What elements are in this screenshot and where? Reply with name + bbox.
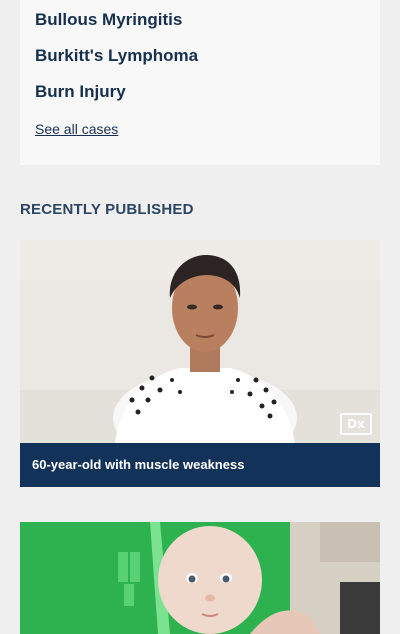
article-caption: 60-year-old with muscle weakness: [20, 443, 380, 487]
article-thumbnail: Dx: [20, 240, 380, 443]
article-card[interactable]: [20, 522, 380, 634]
dx-logo-icon: Dx: [340, 413, 372, 435]
article-card[interactable]: Dx 60-year-old with muscle weakness: [20, 240, 380, 487]
article-thumbnail: [20, 522, 380, 634]
recently-published-heading: RECENTLY PUBLISHED: [20, 201, 194, 218]
patient-photo: [20, 240, 380, 443]
case-link-burn-injury[interactable]: Burn Injury: [35, 82, 126, 102]
infant-photo: [20, 522, 380, 634]
see-all-cases-link[interactable]: See all cases: [35, 120, 118, 138]
cases-card: Bullous Myringitis Burkitt's Lymphoma Bu…: [20, 0, 380, 165]
case-link-burkitts-lymphoma[interactable]: Burkitt's Lymphoma: [35, 46, 198, 66]
case-link-bullous-myringitis[interactable]: Bullous Myringitis: [35, 10, 182, 30]
